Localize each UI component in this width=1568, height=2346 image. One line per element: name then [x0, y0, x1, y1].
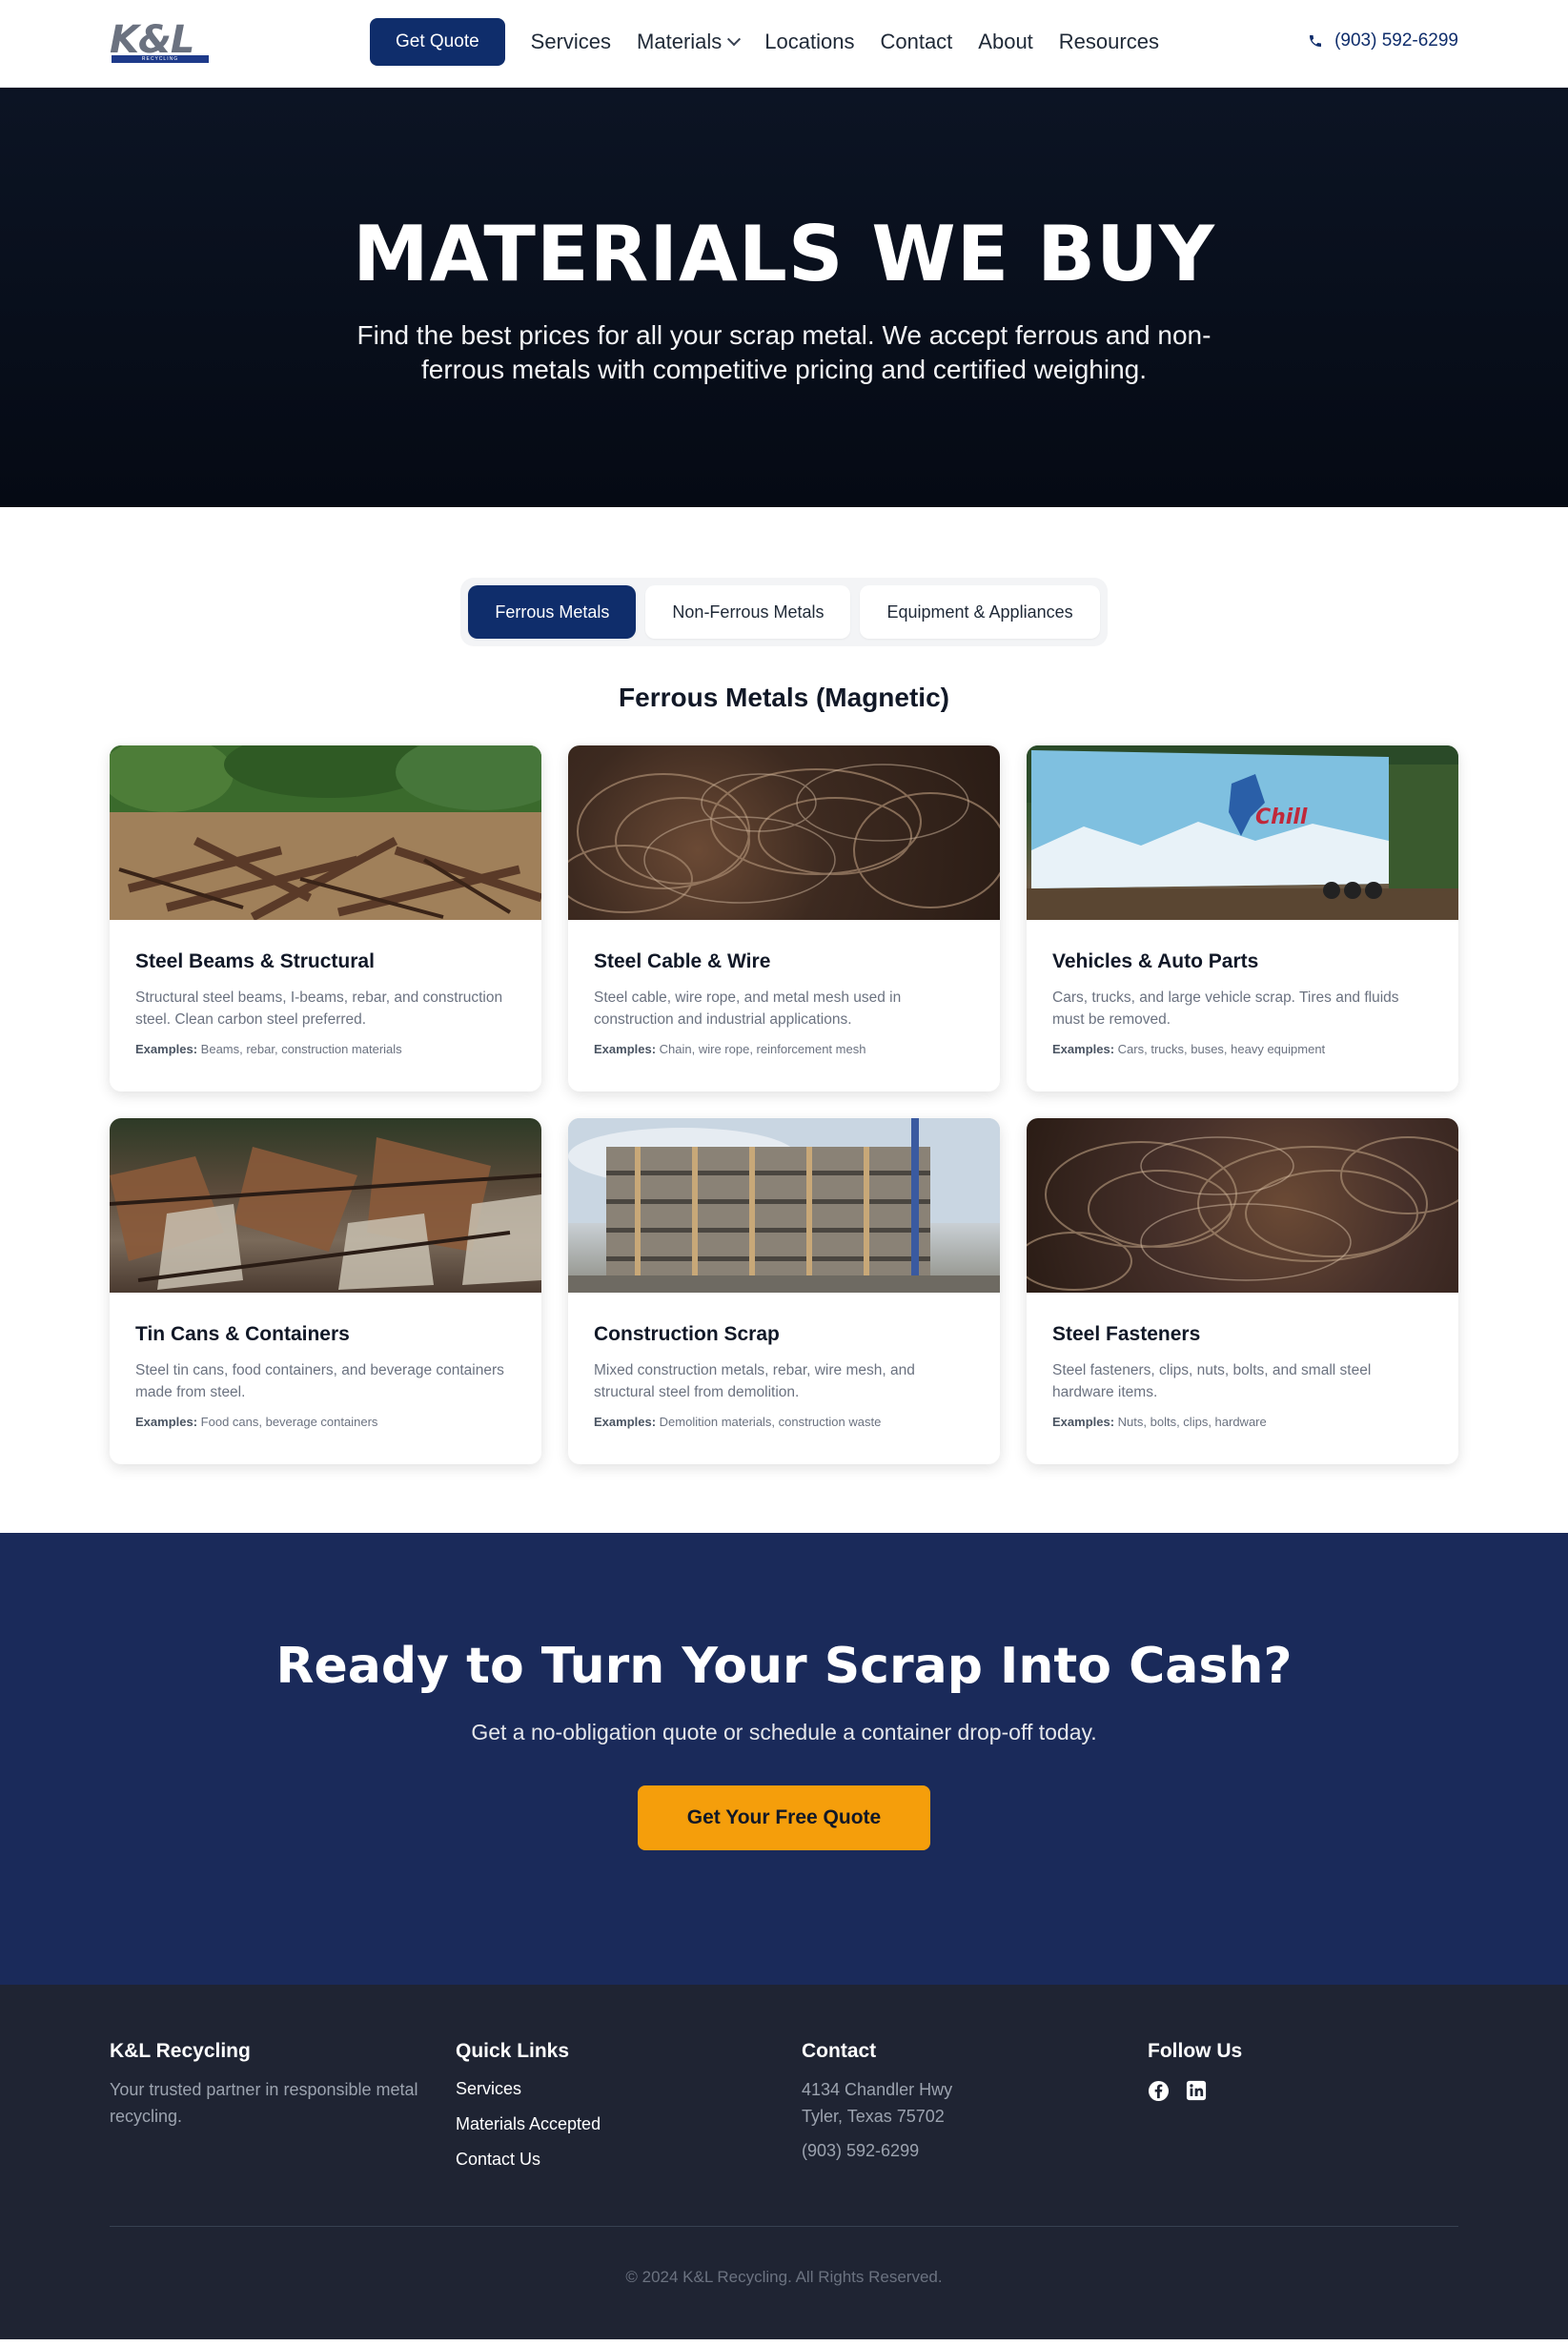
footer-columns: K&L Recycling Your trusted partner in re…: [110, 2040, 1458, 2171]
main-nav: Get Quote Services Materials Locations C…: [370, 17, 1159, 67]
steel-cable-image: [568, 745, 1000, 920]
footer-about: K&L Recycling Your trusted partner in re…: [110, 2040, 456, 2171]
card-title: Vehicles & Auto Parts: [1052, 950, 1259, 972]
footer-address-line1: 4134 Chandler Hwy: [802, 2080, 953, 2099]
examples-label: Examples:: [1052, 1042, 1115, 1056]
card-title: Steel Beams & Structural: [135, 950, 375, 972]
tin-cans-image: [110, 1118, 541, 1293]
examples-label: Examples:: [135, 1042, 198, 1056]
card-description: Mixed construction metals, rebar, wire m…: [594, 1362, 915, 1400]
social-links: [1148, 2080, 1494, 2102]
card-examples: Examples: Food cans, beverage containers: [135, 1415, 516, 1429]
tab-non-ferrous-metals[interactable]: Non-Ferrous Metals: [645, 585, 851, 639]
page-title: MATERIALS WE BUY: [353, 210, 1215, 298]
material-card-tin-cans[interactable]: Tin Cans & Containers Steel tin cans, fo…: [110, 1118, 541, 1464]
examples-label: Examples:: [1052, 1415, 1115, 1429]
material-card-construction-scrap[interactable]: Construction Scrap Mixed construction me…: [568, 1118, 1000, 1464]
footer-address: 4134 Chandler Hwy Tyler, Texas 75702: [802, 2076, 1148, 2130]
nav-materials[interactable]: Materials: [637, 30, 742, 54]
footer-quick-links: Quick Links Services Materials Accepted …: [456, 2040, 802, 2171]
card-description: Steel tin cans, food containers, and bev…: [135, 1362, 504, 1400]
phone-icon: [1310, 35, 1322, 47]
card-examples: Examples: Cars, trucks, buses, heavy equ…: [1052, 1042, 1433, 1056]
footer-link-contact[interactable]: Contact Us: [456, 2149, 802, 2171]
examples-label: Examples:: [594, 1415, 657, 1429]
top-navbar: K&L RECYCLING Get Quote Services Materia…: [0, 0, 1568, 88]
cta-section: Ready to Turn Your Scrap Into Cash? Get …: [0, 1533, 1568, 1985]
card-description: Steel fasteners, clips, nuts, bolts, and…: [1052, 1362, 1372, 1400]
footer-divider: [110, 2226, 1458, 2227]
card-examples: Examples: Beams, rebar, construction mat…: [135, 1042, 516, 1056]
card-description: Cars, trucks, and large vehicle scrap. T…: [1052, 989, 1399, 1028]
card-title: Tin Cans & Containers: [135, 1323, 350, 1345]
footer-links-title: Quick Links: [456, 2040, 570, 2062]
card-examples: Examples: Demolition materials, construc…: [594, 1415, 974, 1429]
footer-contact-title: Contact: [802, 2040, 877, 2062]
footer-follow-title: Follow Us: [1148, 2040, 1243, 2062]
hero-subtitle: Find the best prices for all your scrap …: [356, 320, 1212, 384]
kl-recycling-logo[interactable]: K&L RECYCLING: [110, 19, 209, 65]
footer-address-line2: Tyler, Texas 75702: [802, 2107, 945, 2126]
examples-text: Beams, rebar, construction materials: [200, 1042, 402, 1056]
material-card-steel-beams[interactable]: Steel Beams & Structural Structural stee…: [110, 745, 541, 1091]
linkedin-icon[interactable]: [1186, 2080, 1207, 2101]
nav-services[interactable]: Services: [531, 30, 611, 54]
vehicles-image: Chill: [1027, 745, 1458, 920]
construction-scrap-image: [568, 1118, 1000, 1293]
card-description: Steel cable, wire rope, and metal mesh u…: [594, 989, 902, 1028]
examples-text: Cars, trucks, buses, heavy equipment: [1117, 1042, 1326, 1056]
steel-beams-image: [110, 745, 541, 920]
card-description: Structural steel beams, I-beams, rebar, …: [135, 989, 503, 1028]
nav-locations[interactable]: Locations: [764, 30, 854, 54]
nav-materials-label: Materials: [637, 30, 723, 53]
footer-contact: Contact 4134 Chandler Hwy Tyler, Texas 7…: [802, 2040, 1148, 2171]
header-phone-link[interactable]: (903) 592-6299: [1308, 31, 1458, 51]
cta-subtitle: Get a no-obligation quote or schedule a …: [471, 1720, 1097, 1744]
examples-text: Nuts, bolts, clips, hardware: [1117, 1415, 1267, 1429]
header-phone-number: (903) 592-6299: [1334, 31, 1458, 51]
footer-about-title: K&L Recycling: [110, 2040, 251, 2062]
tab-ferrous-metals[interactable]: Ferrous Metals: [468, 585, 637, 639]
footer-link-services[interactable]: Services: [456, 2078, 802, 2100]
examples-text: Demolition materials, construction waste: [659, 1415, 882, 1429]
footer-follow: Follow Us: [1148, 2040, 1494, 2171]
card-title: Construction Scrap: [594, 1323, 780, 1345]
tab-equipment-appliances[interactable]: Equipment & Appliances: [860, 585, 1100, 639]
material-card-vehicles[interactable]: Chill Vehicles & Auto Parts Cars, trucks…: [1027, 745, 1458, 1091]
examples-text: Chain, wire rope, reinforcement mesh: [659, 1042, 866, 1056]
hero-section: MATERIALS WE BUY Find the best prices fo…: [0, 88, 1568, 507]
nav-about[interactable]: About: [978, 30, 1033, 54]
material-tabs: Ferrous Metals Non-Ferrous Metals Equipm…: [460, 578, 1108, 646]
footer-about-text: Your trusted partner in responsible meta…: [110, 2080, 418, 2126]
section-title: Ferrous Metals (Magnetic): [619, 683, 949, 712]
copyright: © 2024 K&L Recycling. All Rights Reserve…: [625, 2268, 943, 2286]
get-quote-button[interactable]: Get Quote: [370, 18, 505, 66]
material-tabs-wrap: Ferrous Metals Non-Ferrous Metals Equipm…: [0, 578, 1568, 646]
examples-label: Examples:: [594, 1042, 657, 1056]
trailer-graphic-text: Chill: [1255, 806, 1308, 829]
materials-grid: Steel Beams & Structural Structural stee…: [110, 745, 1458, 1464]
card-examples: Examples: Chain, wire rope, reinforcemen…: [594, 1042, 974, 1056]
chevron-down-icon: [727, 32, 742, 47]
card-examples: Examples: Nuts, bolts, clips, hardware: [1052, 1415, 1433, 1429]
examples-text: Food cans, beverage containers: [200, 1415, 378, 1429]
logo-subtitle: RECYCLING: [112, 55, 209, 63]
footer-phone[interactable]: (903) 592-6299: [802, 2137, 1148, 2164]
footer-link-materials[interactable]: Materials Accepted: [456, 2113, 802, 2135]
card-title: Steel Fasteners: [1052, 1323, 1201, 1345]
steel-fasteners-image: [1027, 1118, 1458, 1293]
cta-title: Ready to Turn Your Scrap Into Cash?: [275, 1638, 1293, 1695]
site-footer: K&L Recycling Your trusted partner in re…: [0, 1985, 1568, 2339]
nav-resources[interactable]: Resources: [1059, 30, 1159, 54]
nav-contact[interactable]: Contact: [880, 30, 952, 54]
examples-label: Examples:: [135, 1415, 198, 1429]
facebook-icon[interactable]: [1148, 2080, 1170, 2102]
material-card-steel-cable[interactable]: Steel Cable & Wire Steel cable, wire rop…: [568, 745, 1000, 1091]
card-title: Steel Cable & Wire: [594, 950, 771, 972]
material-card-steel-fasteners[interactable]: Steel Fasteners Steel fasteners, clips, …: [1027, 1118, 1458, 1464]
free-quote-button[interactable]: Get Your Free Quote: [638, 1785, 930, 1850]
